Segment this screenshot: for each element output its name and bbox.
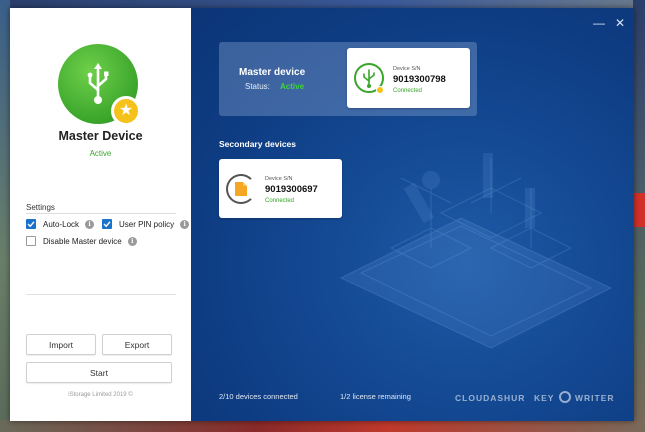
keywriter-logo-b: WRITER	[575, 393, 615, 403]
settings-divider	[26, 213, 176, 214]
device-title: Master Device	[58, 129, 143, 143]
checkmark-icon	[103, 221, 111, 228]
keywriter-logo-icon	[559, 391, 571, 403]
import-button[interactable]: Import	[26, 334, 96, 355]
license-remaining-text: 1/2 license remaining	[340, 392, 411, 401]
star-icon	[376, 86, 384, 94]
user-pin-policy-checkbox[interactable]	[102, 219, 112, 229]
device-sn-label: Device S/N	[265, 176, 293, 182]
user-pin-policy-option[interactable]: User PIN policy i	[102, 219, 190, 229]
right-panel: — ✕ Master device Status: Active Device …	[191, 8, 634, 421]
auto-lock-checkbox[interactable]	[26, 219, 36, 229]
disable-master-checkbox[interactable]	[26, 236, 36, 246]
info-icon[interactable]: i	[180, 219, 190, 229]
disable-master-label: Disable Master device	[43, 236, 122, 246]
master-device-tile[interactable]: Device S/N 9019300798 Connected	[347, 48, 470, 108]
usb-icon	[87, 63, 109, 104]
devices-connected-text: 2/10 devices connected	[219, 392, 298, 401]
auto-lock-option[interactable]: Auto-Lock i	[26, 219, 95, 229]
desktop-background-left	[0, 0, 10, 432]
minimize-button[interactable]: —	[593, 16, 605, 30]
secondary-device-tile[interactable]: Device S/N 9019300697 Connected	[219, 159, 342, 218]
close-button[interactable]: ✕	[615, 16, 625, 30]
cloudashur-logo: CLOUDASHUR	[455, 393, 526, 403]
left-panel: ★ Master Device Active Settings Auto-Loc…	[10, 8, 191, 421]
master-device-card: Master device Status: Active Device S/N	[219, 42, 477, 116]
app-window: ★ Master Device Active Settings Auto-Loc…	[10, 8, 634, 421]
secondary-device-sn: 9019300697	[265, 184, 318, 195]
desktop-red-sign	[633, 193, 645, 227]
start-button[interactable]: Start	[26, 362, 172, 383]
master-device-sn: 9019300798	[393, 74, 446, 85]
copyright-text: iStorage Limited 2019 ©	[68, 392, 133, 398]
info-icon[interactable]: i	[127, 236, 137, 246]
secondary-device-state: Connected	[265, 198, 295, 204]
master-device-title: Master device	[239, 67, 306, 78]
master-device-state: Connected	[393, 88, 423, 94]
disable-master-option[interactable]: Disable Master device i	[26, 236, 137, 246]
checkmark-icon	[27, 221, 35, 228]
auto-lock-label: Auto-Lock	[43, 219, 80, 229]
divider	[26, 294, 176, 295]
device-sn-label: Device S/N	[393, 66, 421, 72]
keywriter-logo-a: KEY	[534, 393, 555, 403]
master-status-value: Active	[280, 82, 305, 91]
info-icon[interactable]: i	[85, 219, 95, 229]
file-icon	[235, 182, 247, 196]
master-status-label: Status:	[245, 82, 270, 91]
export-button[interactable]: Export	[102, 334, 172, 355]
user-pin-policy-label: User PIN policy	[119, 219, 175, 229]
device-status: Active	[89, 149, 112, 158]
desktop-background-bottom	[0, 420, 645, 432]
star-icon: ★	[111, 96, 141, 126]
settings-heading: Settings	[26, 203, 55, 212]
secondary-devices-heading: Secondary devices	[219, 139, 297, 149]
